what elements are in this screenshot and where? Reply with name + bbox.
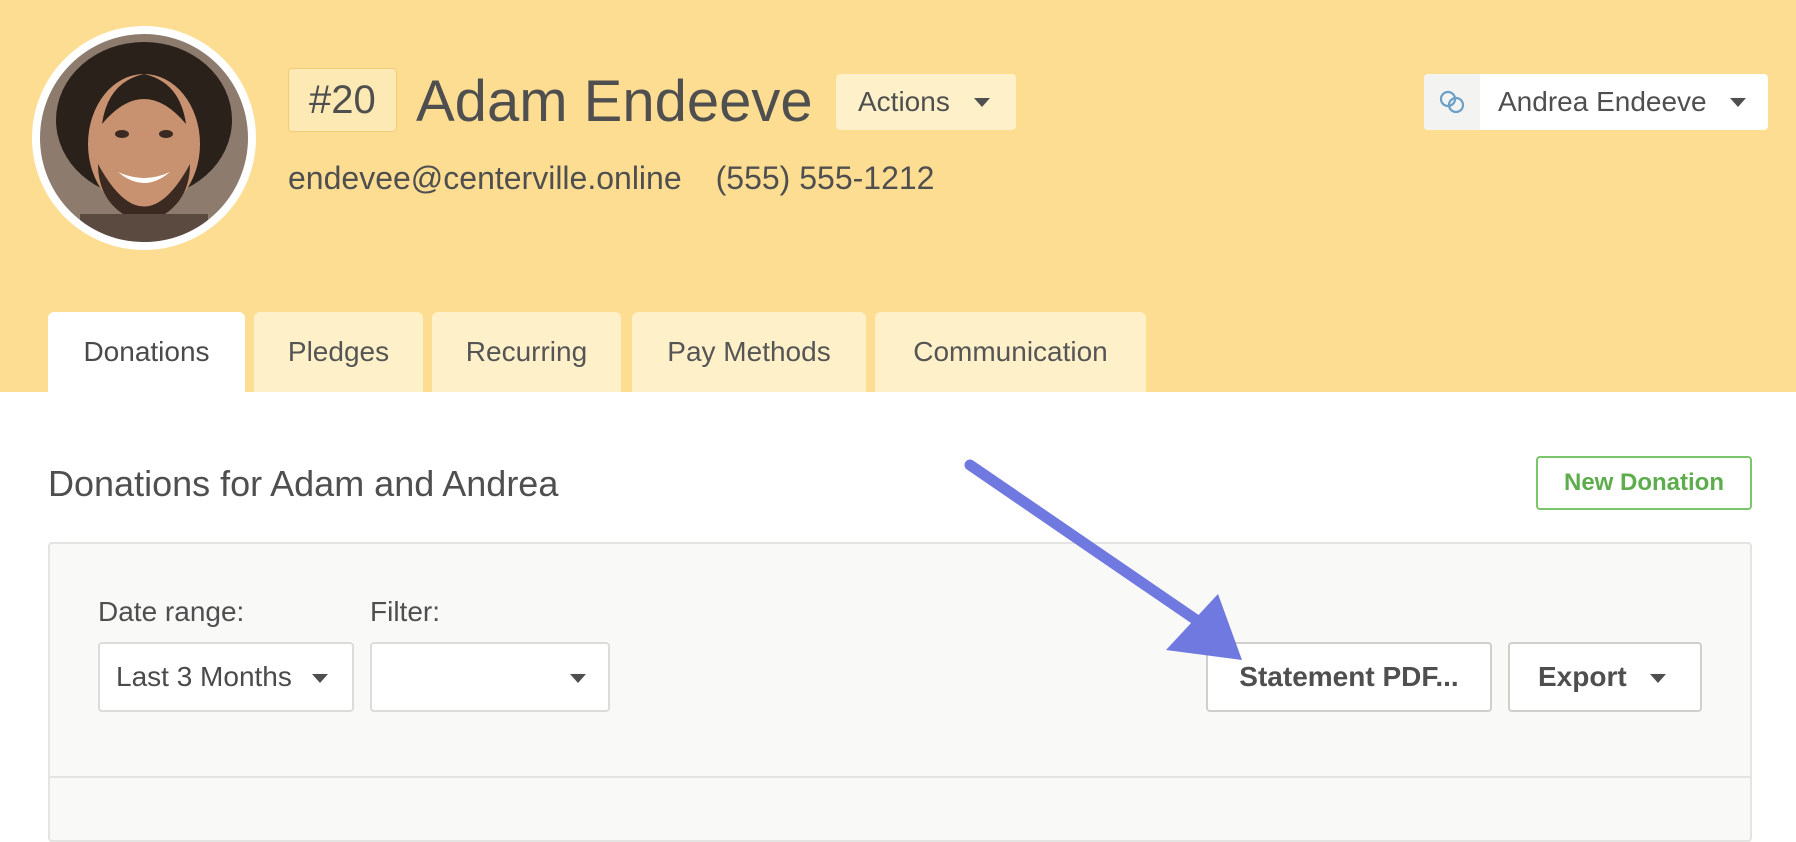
actions-label: Actions [858,86,950,117]
chevron-down-icon [312,674,328,683]
statement-pdf-button[interactable]: Statement PDF... [1206,642,1492,712]
tab-communication[interactable]: Communication [875,312,1146,392]
actions-dropdown-button[interactable]: Actions [836,74,1016,130]
new-donation-button[interactable]: New Donation [1536,456,1752,510]
date-range-select[interactable]: Last 3 Months [98,642,354,712]
chevron-down-icon [1650,674,1666,683]
link-rings-icon [1424,74,1480,130]
filter-select[interactable] [370,642,610,712]
tab-donations[interactable]: Donations [48,312,245,392]
panel-divider [50,776,1750,778]
chevron-down-icon [974,98,990,107]
section-title: Donations for Adam and Andrea [48,463,559,504]
email-link[interactable]: endevee@centerville.online [288,160,682,196]
avatar [32,26,256,250]
spouse-selector[interactable]: Andrea Endeeve [1424,74,1768,130]
date-range-label: Date range: [98,596,245,627]
tab-pledges[interactable]: Pledges [254,312,423,392]
contact-info: endevee@centerville.online (555) 555-1212 [288,156,934,200]
profile-header: #20 Adam Endeeve Actions endevee@centerv… [0,0,1796,392]
tab-recurring[interactable]: Recurring [432,312,621,392]
export-dropdown-button[interactable]: Export [1508,642,1702,712]
record-id-badge: #20 [288,68,397,132]
person-name: Adam Endeeve [416,69,813,134]
phone-text: (555) 555-1212 [715,160,935,196]
tab-pay-methods[interactable]: Pay Methods [632,312,866,392]
spouse-name: Andrea Endeeve [1498,86,1707,117]
statement-pdf-label: Statement PDF... [1239,661,1459,692]
avatar-photo [40,34,248,242]
export-label: Export [1538,661,1627,692]
chevron-down-icon [1730,98,1746,107]
chevron-down-icon [570,674,586,683]
filter-label: Filter: [370,596,440,627]
date-range-value: Last 3 Months [116,661,292,692]
